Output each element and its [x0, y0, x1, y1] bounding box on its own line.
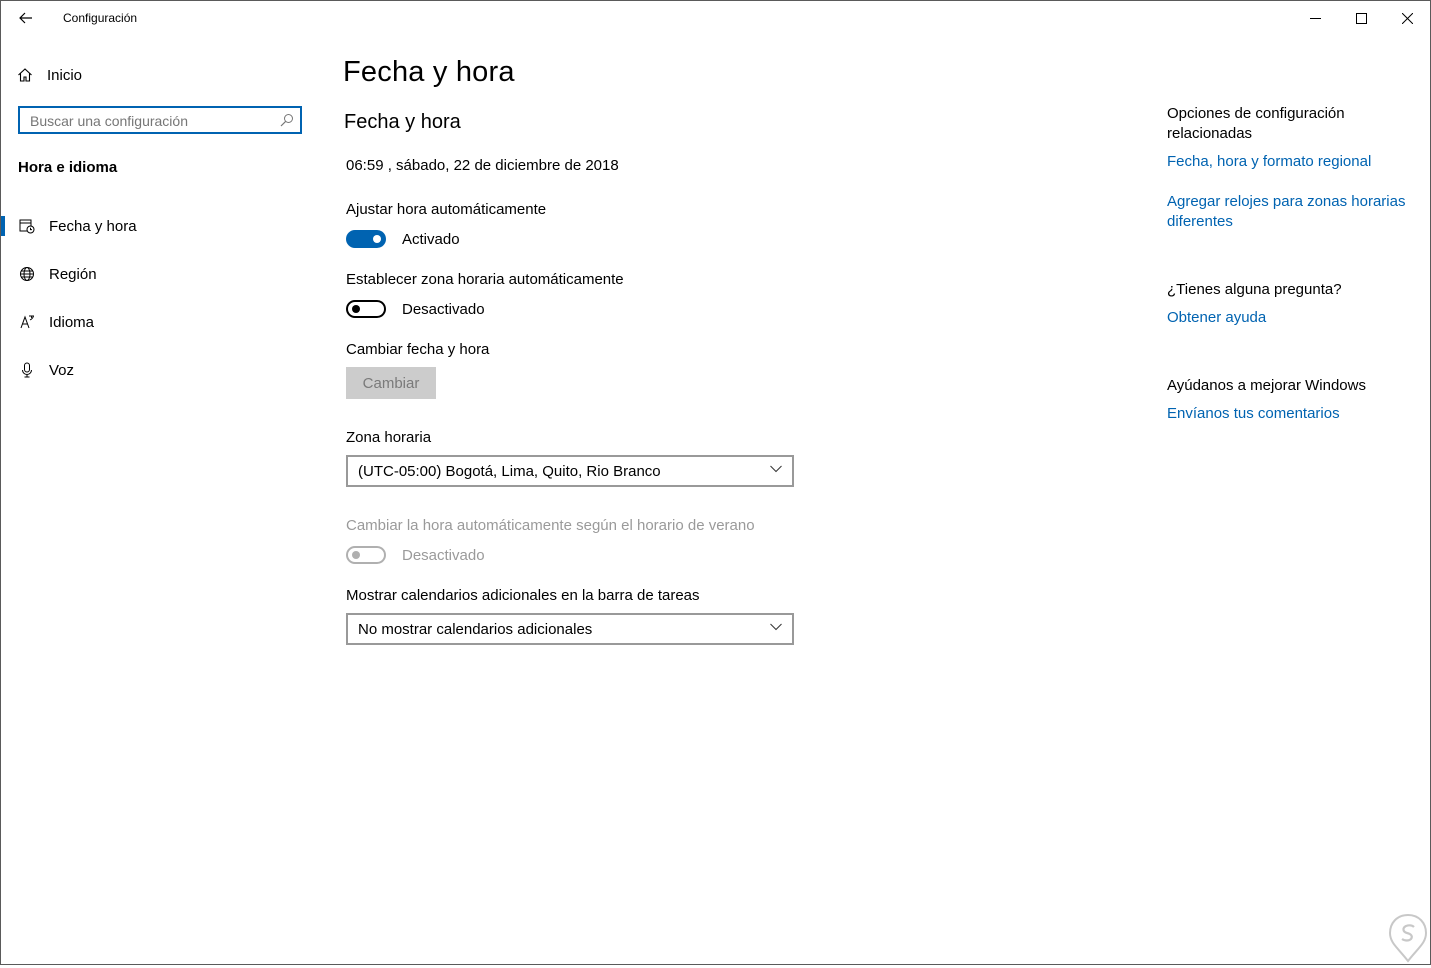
auto-timezone-toggle[interactable] [346, 300, 386, 318]
window-title: Configuración [63, 11, 138, 25]
back-arrow-icon [19, 12, 32, 24]
change-button[interactable]: Cambiar [346, 367, 436, 399]
dst-toggle[interactable] [346, 546, 386, 564]
timezone-value: (UTC-05:00) Bogotá, Lima, Quito, Rio Bra… [358, 463, 661, 480]
calendar-clock-icon [19, 219, 35, 234]
sidebar-item-label: Voz [49, 361, 75, 379]
link-get-help[interactable]: Obtener ayuda [1167, 308, 1417, 328]
search-input[interactable] [30, 112, 270, 130]
timezone-dropdown[interactable]: (UTC-05:00) Bogotá, Lima, Quito, Rio Bra… [346, 455, 794, 487]
timezone-label: Zona horaria [346, 429, 432, 446]
watermark-logo [1386, 913, 1430, 968]
maximize-icon [1355, 12, 1367, 24]
link-regional-format[interactable]: Fecha, hora y formato regional [1167, 152, 1417, 172]
calendars-dropdown[interactable]: No mostrar calendarios adicionales [346, 613, 794, 645]
link-add-clocks[interactable]: Agregar relojes para zonas horarias dife… [1167, 192, 1417, 232]
language-icon [20, 315, 34, 329]
auto-time-label: Ajustar hora automáticamente [346, 201, 547, 218]
toggle-knob [352, 551, 360, 559]
close-icon [1401, 12, 1413, 24]
calendars-label: Mostrar calendarios adicionales en la ba… [346, 587, 700, 604]
nav-home-label: Inicio [47, 66, 83, 84]
dst-state: Desactivado [402, 547, 485, 564]
nav-home[interactable]: Inicio [17, 63, 82, 87]
chevron-down-icon [770, 623, 782, 631]
sidebar-item-fecha-y-hora[interactable]: Fecha y hora [1, 206, 321, 246]
calendars-value: No mostrar calendarios adicionales [358, 621, 593, 638]
back-button[interactable] [9, 5, 43, 31]
improve-title: Ayúdanos a mejorar Windows [1167, 377, 1366, 394]
toggle-knob [352, 305, 360, 313]
toggle-knob [373, 235, 381, 243]
close-button[interactable] [1384, 1, 1430, 35]
section-title: Fecha y hora [344, 111, 461, 133]
sidebar-item-label: Fecha y hora [49, 217, 137, 235]
link-feedback[interactable]: Envíanos tus comentarios [1167, 404, 1417, 424]
title-bar: Configuración [1, 1, 1430, 35]
related-settings-title: Opciones de configuración relacionadas [1167, 105, 1345, 142]
watermark-s-icon [1388, 913, 1428, 963]
sidebar-item-region[interactable]: Región [1, 254, 321, 294]
change-datetime-label: Cambiar fecha y hora [346, 341, 490, 358]
sidebar-section-title: Hora e idioma [18, 159, 118, 176]
auto-timezone-label: Establecer zona horaria automáticamente [346, 271, 624, 288]
dst-label: Cambiar la hora automáticamente según el… [346, 517, 755, 534]
sidebar-item-idioma[interactable]: Idioma [1, 302, 321, 342]
auto-time-state: Activado [402, 231, 460, 248]
auto-timezone-state: Desactivado [402, 301, 485, 318]
sidebar-item-label: Región [49, 265, 97, 283]
current-datetime: 06:59 , sábado, 22 de diciembre de 2018 [346, 157, 619, 174]
globe-icon [20, 267, 34, 281]
auto-time-toggle[interactable] [346, 230, 386, 248]
search-icon [280, 114, 293, 127]
sidebar-item-voz[interactable]: Voz [1, 350, 321, 390]
chevron-down-icon [770, 465, 782, 473]
minimize-icon [1309, 17, 1321, 19]
microphone-icon [22, 362, 32, 378]
question-title: ¿Tienes alguna pregunta? [1167, 281, 1342, 298]
maximize-button[interactable] [1338, 1, 1384, 35]
sidebar-item-label: Idioma [49, 313, 95, 331]
page-title: Fecha y hora [343, 56, 515, 88]
search-box[interactable] [18, 106, 302, 134]
minimize-button[interactable] [1292, 1, 1338, 35]
home-icon [18, 68, 32, 82]
